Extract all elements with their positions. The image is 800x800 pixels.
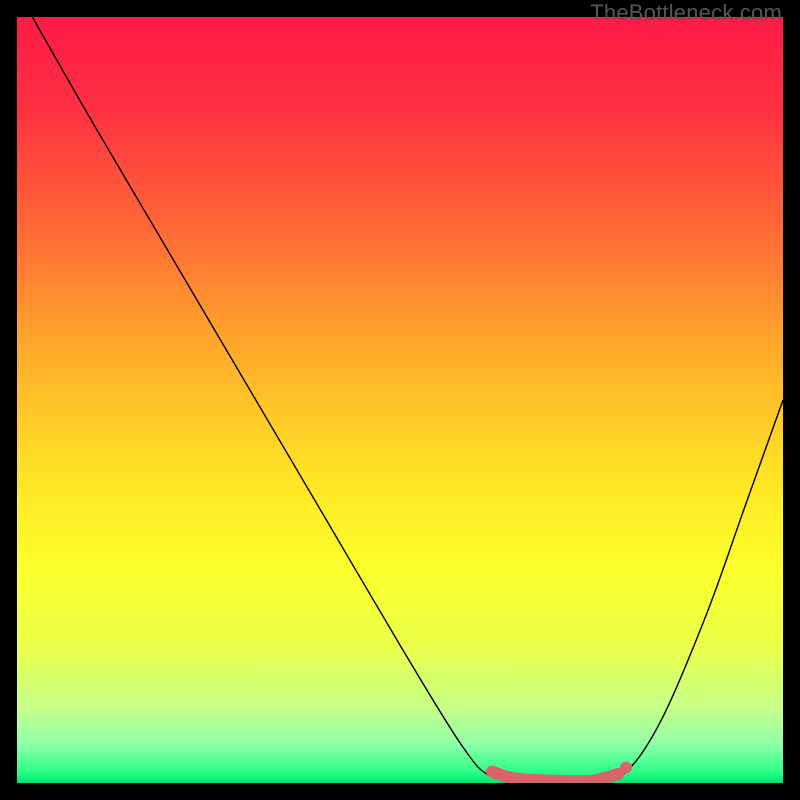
gradient-background [17,17,783,783]
bottleneck-chart [17,17,783,783]
recommended-range-end-dot [620,762,632,774]
watermark-text: TheBottleneck.com [590,0,782,26]
chart-frame [17,17,783,783]
